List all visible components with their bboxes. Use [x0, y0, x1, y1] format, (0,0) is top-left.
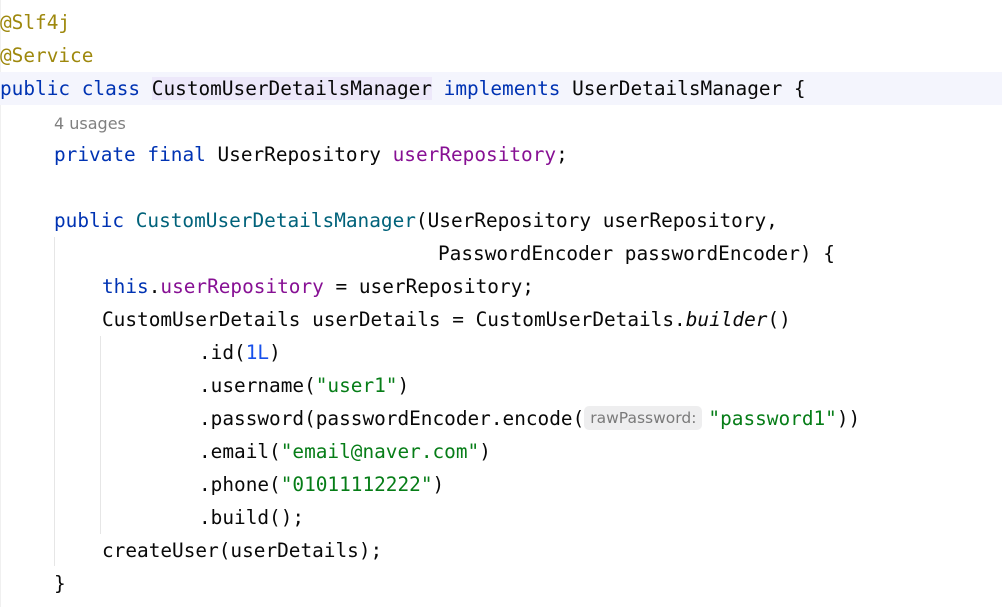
phone-value: "01011112222" — [280, 473, 433, 496]
username-close: ) — [397, 374, 410, 397]
code-line-7[interactable]: PasswordEncoder passwordEncoder) { — [0, 237, 1002, 270]
id-close: ) — [269, 341, 281, 364]
annotation-slf4j: @Slf4j — [0, 11, 71, 34]
keyword-private: private — [54, 143, 136, 166]
code-line-6[interactable]: public CustomUserDetailsManager(UserRepo… — [0, 204, 1002, 237]
keyword-public: public — [0, 77, 71, 100]
interface-name[interactable]: UserDetailsManager — [572, 77, 782, 100]
create-user-call: createUser(userDetails); — [102, 539, 383, 562]
code-line-15[interactable]: .build(); — [0, 501, 1002, 534]
code-line-4[interactable]: private final UserRepository userReposit… — [0, 138, 1002, 171]
code-line-13[interactable]: .email("email@naver.com") — [0, 435, 1002, 468]
id-call: .id( — [199, 341, 246, 364]
class-name[interactable]: CustomUserDetailsManager — [151, 77, 432, 100]
email-call: .email( — [199, 440, 281, 463]
code-line-3-current[interactable]: public class CustomUserDetailsManager im… — [0, 72, 1002, 105]
parameter-hint-raw-password: rawPassword: — [584, 406, 703, 430]
code-line-10[interactable]: .id(1L) — [0, 336, 1002, 369]
field-name: userRepository — [392, 143, 557, 166]
password-close: )) — [836, 407, 861, 430]
keyword-final: final — [147, 143, 206, 166]
password-call: .password(passwordEncoder.encode( — [199, 407, 585, 430]
code-line-17[interactable]: } — [0, 567, 1002, 600]
builder-suffix: () — [767, 308, 791, 331]
code-line-16[interactable]: createUser(userDetails); — [0, 534, 1002, 567]
code-line-1[interactable]: @Slf4j — [0, 6, 1002, 39]
email-close: ) — [479, 440, 491, 463]
class-open-brace: { — [782, 77, 806, 100]
field-semicolon: ; — [556, 143, 568, 166]
code-line-usages: 4 usages — [0, 106, 1002, 139]
annotation-service: @Service — [0, 44, 94, 67]
usages-hint[interactable]: 4 usages — [54, 114, 126, 133]
constructor-params-1: (UserRepository userRepository, — [415, 209, 778, 232]
constructor-name: CustomUserDetailsManager — [135, 209, 416, 232]
keyword-this: this — [102, 275, 149, 298]
code-line-8[interactable]: this.userRepository = userRepository; — [0, 270, 1002, 303]
constructor-close-brace: } — [54, 572, 66, 595]
builder-method: builder — [685, 308, 768, 331]
assign-rest: = userRepository; — [323, 275, 534, 298]
builder-prefix: CustomUserDetails userDetails = CustomUs… — [102, 308, 686, 331]
assigned-field: userRepository — [160, 275, 324, 298]
username-value: "user1" — [315, 374, 398, 397]
keyword-implements: implements — [443, 77, 561, 100]
phone-call: .phone( — [199, 473, 281, 496]
code-editor[interactable]: @Slf4j @Service public class CustomUserD… — [0, 0, 1002, 607]
code-line-14[interactable]: .phone("01011112222") — [0, 468, 1002, 501]
code-line-5-empty[interactable] — [0, 171, 1002, 204]
id-value: 1L — [245, 341, 270, 364]
keyword-class: class — [81, 77, 141, 100]
code-line-11[interactable]: .username("user1") — [0, 369, 1002, 402]
username-call: .username( — [199, 374, 316, 397]
email-value: "email@naver.com" — [280, 440, 480, 463]
constructor-params-2: PasswordEncoder passwordEncoder) { — [438, 242, 835, 265]
member-dot: . — [148, 275, 161, 298]
build-call: .build(); — [199, 506, 305, 529]
code-line-9[interactable]: CustomUserDetails userDetails = CustomUs… — [0, 303, 1002, 336]
keyword-public: public — [54, 209, 125, 232]
phone-close: ) — [432, 473, 445, 496]
code-line-2[interactable]: @Service — [0, 39, 1002, 72]
field-type: UserRepository — [217, 143, 381, 166]
password-value: "password1" — [708, 407, 837, 430]
code-line-12[interactable]: .password(passwordEncoder.encode(rawPass… — [0, 402, 1002, 435]
